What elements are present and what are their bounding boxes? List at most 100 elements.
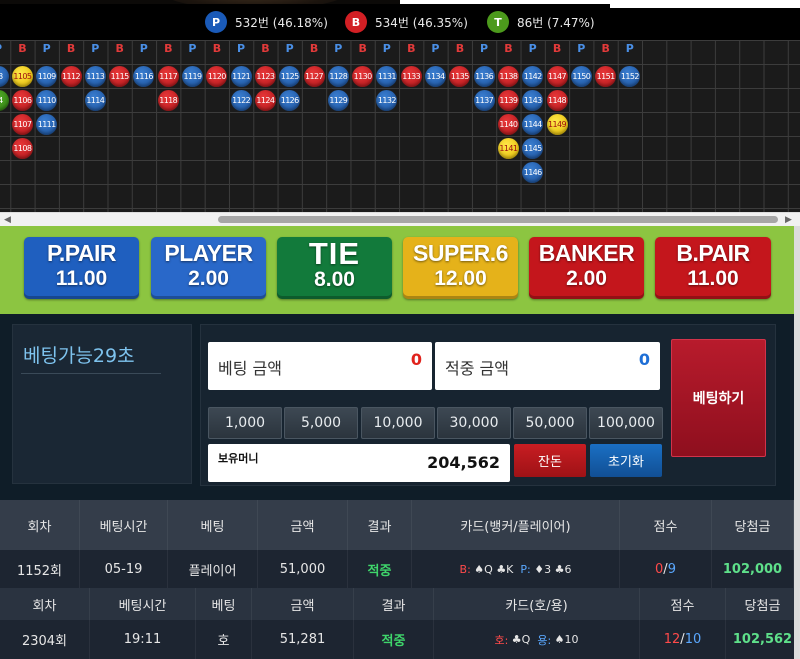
table-header-cell: 당첨금	[712, 500, 794, 550]
roadmap-bead: 1133	[400, 65, 422, 87]
roadmap-bead: 1126	[279, 89, 301, 111]
h1-cards: B: ♠Q ♣K P: ♦3 ♣6	[412, 550, 620, 588]
bet-option-name: TIE	[308, 236, 361, 271]
stats-edge	[610, 4, 800, 8]
roadmap-header-letter: P	[42, 42, 51, 55]
h2-round: 2304회	[0, 620, 90, 659]
bet-amount-field[interactable]: 베팅 금액 0	[208, 342, 432, 390]
reset-button[interactable]: 초기화	[590, 444, 662, 477]
bet-option-odds: 11.00	[55, 267, 108, 290]
roadmap-header-letter: P	[431, 42, 440, 55]
roadmap-header-letter: B	[66, 42, 76, 55]
roadmap-bead: 1147	[546, 65, 568, 87]
h1-card-b-label: P:	[520, 562, 531, 576]
timer-box: 베팅가능29초	[12, 324, 192, 484]
chip-button[interactable]: 1,000	[208, 407, 282, 439]
win-amount-label: 적중 금액	[445, 359, 509, 378]
bet-amount-value: 0	[410, 350, 422, 369]
table-header-cell: 금액	[252, 588, 354, 620]
betting-timer: 베팅가능29초	[23, 345, 135, 367]
roadmap-bead: 1124	[254, 89, 276, 111]
h1-amount: 51,000	[258, 550, 348, 588]
roadmap-header-letter: B	[552, 42, 562, 55]
place-bet-button[interactable]: 베팅하기	[671, 339, 766, 457]
h1-score: 0/9	[620, 550, 712, 588]
bet-option-name: P.PAIR	[46, 240, 117, 266]
bet-option-banker[interactable]: BANKER 2.00	[529, 237, 644, 299]
roadmap-header-letter: P	[139, 42, 148, 55]
roadmap-bead: 1136	[473, 65, 495, 87]
roadmap-header-letter: P	[334, 42, 343, 55]
roadmap-header-letter: B	[164, 42, 173, 55]
bet-option-name: PLAYER	[164, 240, 253, 266]
roadmap-bead: 1148	[546, 89, 568, 111]
roadmap-bead: 1108	[11, 137, 33, 159]
roadmap-header-letter: B	[18, 42, 27, 55]
stat-player: P 532번 (46.18%)	[205, 11, 328, 33]
bet-option-name: SUPER.6	[413, 240, 508, 266]
table-header-cell: 결과	[348, 500, 412, 550]
chip-button[interactable]: 100,000	[589, 407, 663, 439]
chip-button[interactable]: 50,000	[513, 407, 587, 439]
bet-option-odds: 12.00	[434, 267, 487, 290]
roadmap-bead: 1145	[522, 137, 544, 159]
table-header-cell: 카드(호/용)	[434, 588, 640, 620]
roadmap-bead: 1130	[352, 65, 374, 87]
h1-card-b: ♦3 ♣6	[534, 562, 572, 576]
bet-amount-label: 베팅 금액	[218, 359, 282, 378]
table-header-cell: 카드(뱅커/플레이어)	[412, 500, 620, 550]
balance-label: 보유머니	[218, 452, 259, 465]
roadmap-bead: 1125	[279, 65, 301, 87]
scrollbar-thumb[interactable]	[218, 216, 778, 223]
roadmap-bead: 1134	[425, 65, 446, 87]
bet-option-b-pair[interactable]: B.PAIR 11.00	[655, 237, 771, 299]
roadmap-bead: 1107	[11, 113, 33, 135]
table-header-cell: 결과	[354, 588, 434, 620]
table-header-cell: 회차	[0, 500, 80, 550]
stat-player-text: 532번 (46.18%)	[235, 15, 328, 30]
roadmap-bead: 1114	[84, 89, 106, 111]
chip-button[interactable]: 5,000	[284, 407, 358, 439]
player-badge-icon: P	[205, 11, 227, 33]
roadmap-bead: 1151	[595, 65, 617, 87]
balance-value: 204,562	[427, 453, 500, 472]
balance-field: 보유머니 204,562	[208, 444, 510, 482]
bet-option-super-6[interactable]: SUPER.6 12.00	[403, 237, 518, 299]
roadmap-header-letter: P	[285, 42, 294, 55]
roadmap-bead: 1127	[303, 65, 325, 87]
roadmap-scrollbar[interactable]: ◀ ▶	[0, 212, 800, 226]
stat-banker-text: 534번 (46.35%)	[375, 15, 468, 30]
h2-cards: 호: ♣Q 용: ♠10	[434, 620, 640, 659]
roadmap-header-letter: B	[212, 42, 222, 55]
h2-score: 12/10	[640, 620, 726, 659]
roadmap-bead: 1149	[546, 113, 568, 135]
roadmap-bead: 1119	[182, 65, 203, 87]
chip-button[interactable]: 30,000	[437, 407, 511, 439]
stat-tie-text: 86번 (7.47%)	[517, 15, 595, 30]
roadmap-bead: 1139	[497, 89, 519, 111]
h2-bet: 호	[196, 620, 252, 659]
roadmap-bead: 1140	[497, 113, 519, 135]
table-header-cell: 베팅	[168, 500, 258, 550]
roadmap-bead: 1111	[36, 113, 58, 135]
roadmap-bead: 1117	[157, 65, 179, 87]
h1-score-b: 9	[667, 561, 676, 577]
scroll-right-icon[interactable]: ▶	[785, 215, 792, 225]
bet-option-tie[interactable]: TIE 8.00	[277, 236, 392, 299]
roadmap-header-letter: B	[504, 42, 513, 55]
table-header-cell: 회차	[0, 588, 90, 620]
roadmap-bead: 1110	[36, 89, 58, 111]
bet-option-p-pair[interactable]: P.PAIR 11.00	[24, 237, 139, 299]
bet-option-player[interactable]: PLAYER 2.00	[151, 237, 266, 299]
scroll-left-icon[interactable]: ◀	[4, 215, 11, 225]
roadmap-bead: 1132	[376, 89, 398, 111]
h1-card-a-label: B:	[459, 562, 471, 576]
change-button[interactable]: 잔돈	[514, 444, 586, 477]
h2-time: 19:11	[90, 620, 196, 659]
bet-option-odds: 2.00	[566, 267, 607, 290]
chip-button[interactable]: 10,000	[361, 407, 435, 439]
table-header-cell: 베팅	[196, 588, 252, 620]
roadmap-header-letter: B	[455, 42, 465, 55]
bet-options-panel: P.PAIR 11.00 PLAYER 2.00 TIE 8.00 SUPER.6 12.00…	[0, 226, 794, 314]
bet-option-odds: 2.00	[188, 267, 229, 290]
